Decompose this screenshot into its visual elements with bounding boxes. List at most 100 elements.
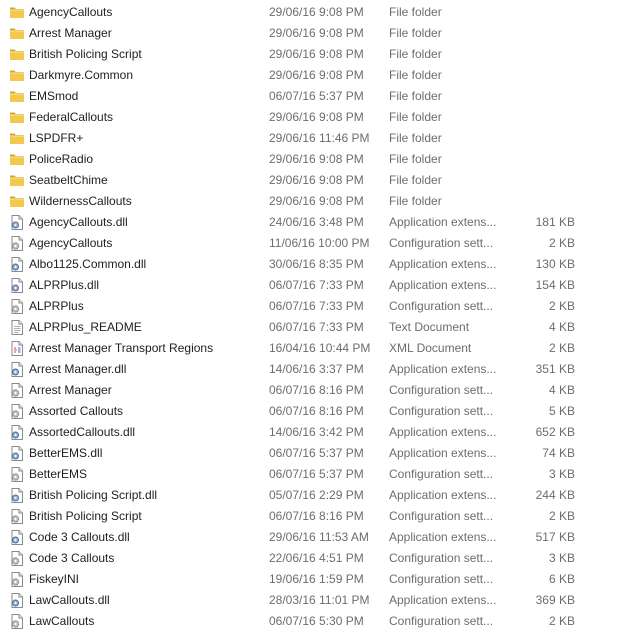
- file-size: 3 KB: [548, 551, 575, 565]
- file-row-10[interactable]: AgencyCallouts.dll 24/06/16 3:48 PM Appl…: [0, 212, 628, 233]
- folder-icon: [9, 110, 25, 125]
- file-date-modified: 29/06/16 9:08 PM: [269, 173, 364, 187]
- file-date-modified: 29/06/16 9:08 PM: [269, 110, 364, 124]
- file-date-modified: 11/06/16 10:00 PM: [269, 236, 370, 250]
- file-type: Application extens...: [389, 488, 497, 502]
- file-size: 2 KB: [548, 614, 575, 628]
- folder-icon: [9, 173, 25, 188]
- file-type: Configuration sett...: [389, 467, 494, 481]
- file-date-modified: 29/06/16 11:53 AM: [269, 530, 369, 544]
- file-type: Configuration sett...: [389, 299, 494, 313]
- file-name: LawCallouts: [29, 614, 95, 628]
- file-name: FederalCallouts: [29, 110, 114, 124]
- file-row-5[interactable]: FederalCallouts 29/06/16 9:08 PM File fo…: [0, 107, 628, 128]
- file-row-18[interactable]: Arrest Manager 06/07/16 8:16 PM Configur…: [0, 380, 628, 401]
- file-row-4[interactable]: EMSmod 06/07/16 5:37 PM File folder: [0, 86, 628, 107]
- file-row-3[interactable]: Darkmyre.Common 29/06/16 9:08 PM File fo…: [0, 65, 628, 86]
- config-file-icon: [9, 551, 25, 566]
- file-row-14[interactable]: ALPRPlus 06/07/16 7:33 PM Configuration …: [0, 296, 628, 317]
- file-name: Albo1125.Common.dll: [29, 257, 147, 271]
- file-type: File folder: [389, 152, 442, 166]
- folder-icon: [9, 152, 25, 167]
- file-name: British Policing Script: [29, 47, 142, 61]
- file-row-23[interactable]: British Policing Script.dll 05/07/16 2:2…: [0, 485, 628, 506]
- file-name: Arrest Manager: [29, 26, 112, 40]
- file-type: XML Document: [389, 341, 472, 355]
- file-row-20[interactable]: AssortedCallouts.dll 14/06/16 3:42 PM Ap…: [0, 422, 628, 443]
- file-date-modified: 14/06/16 3:37 PM: [269, 362, 364, 376]
- file-name: British Policing Script.dll: [29, 488, 158, 502]
- config-file-icon: [9, 404, 25, 419]
- file-row-19[interactable]: Assorted Callouts 06/07/16 8:16 PM Confi…: [0, 401, 628, 422]
- file-row-21[interactable]: BetterEMS.dll 06/07/16 5:37 PM Applicati…: [0, 443, 628, 464]
- file-name: Arrest Manager Transport Regions: [29, 341, 214, 355]
- file-name: LSPDFR+: [29, 131, 84, 145]
- file-size: 130 KB: [535, 257, 575, 271]
- config-file-icon: [9, 614, 25, 629]
- dll-file-icon: [9, 446, 25, 461]
- file-date-modified: 06/07/16 5:37 PM: [269, 89, 364, 103]
- file-name: ALPRPlus_README: [29, 320, 142, 334]
- file-date-modified: 22/06/16 4:51 PM: [269, 551, 364, 565]
- file-size: 5 KB: [548, 404, 575, 418]
- file-date-modified: 29/06/16 11:46 PM: [269, 131, 370, 145]
- file-type: File folder: [389, 131, 442, 145]
- file-size: 74 KB: [542, 446, 575, 460]
- file-row-27[interactable]: FiskeyINI 19/06/16 1:59 PM Configuration…: [0, 569, 628, 590]
- folder-icon: [9, 47, 25, 62]
- file-row-0[interactable]: AgencyCallouts 29/06/16 9:08 PM File fol…: [0, 2, 628, 23]
- file-row-11[interactable]: AgencyCallouts 11/06/16 10:00 PM Configu…: [0, 233, 628, 254]
- file-type: Configuration sett...: [389, 614, 494, 628]
- file-date-modified: 29/06/16 9:08 PM: [269, 47, 364, 61]
- file-type: Application extens...: [389, 530, 497, 544]
- file-size: 154 KB: [535, 278, 575, 292]
- file-date-modified: 06/07/16 8:16 PM: [269, 383, 364, 397]
- file-row-22[interactable]: BetterEMS 06/07/16 5:37 PM Configuration…: [0, 464, 628, 485]
- file-name: Arrest Manager: [29, 383, 112, 397]
- file-date-modified: 29/06/16 9:08 PM: [269, 194, 364, 208]
- file-row-25[interactable]: Code 3 Callouts.dll 29/06/16 11:53 AM Ap…: [0, 527, 628, 548]
- file-size: 2 KB: [548, 299, 575, 313]
- file-row-8[interactable]: SeatbeltChime 29/06/16 9:08 PM File fold…: [0, 170, 628, 191]
- config-file-icon: [9, 572, 25, 587]
- file-name: ALPRPlus.dll: [29, 278, 100, 292]
- file-type: Application extens...: [389, 278, 497, 292]
- file-name: SeatbeltChime: [29, 173, 108, 187]
- file-name: AssortedCallouts.dll: [29, 425, 136, 439]
- file-date-modified: 24/06/16 3:48 PM: [269, 215, 364, 229]
- file-date-modified: 06/07/16 5:37 PM: [269, 467, 364, 481]
- file-name: WildernessCallouts: [29, 194, 132, 208]
- file-row-9[interactable]: WildernessCallouts 29/06/16 9:08 PM File…: [0, 191, 628, 212]
- folder-icon: [9, 26, 25, 41]
- file-row-17[interactable]: Arrest Manager.dll 14/06/16 3:37 PM Appl…: [0, 359, 628, 380]
- dll-file-icon: [9, 488, 25, 503]
- config-file-icon: [9, 467, 25, 482]
- file-type: File folder: [389, 89, 442, 103]
- file-row-26[interactable]: Code 3 Callouts 22/06/16 4:51 PM Configu…: [0, 548, 628, 569]
- file-row-28[interactable]: LawCallouts.dll 28/03/16 11:01 PM Applic…: [0, 590, 628, 611]
- file-row-13[interactable]: ALPRPlus.dll 06/07/16 7:33 PM Applicatio…: [0, 275, 628, 296]
- file-name: AgencyCallouts: [29, 5, 113, 19]
- file-row-6[interactable]: LSPDFR+ 29/06/16 11:46 PM File folder: [0, 128, 628, 149]
- text-document-icon: [9, 320, 25, 335]
- file-type: File folder: [389, 173, 442, 187]
- file-size: 244 KB: [535, 488, 575, 502]
- folder-icon: [9, 89, 25, 104]
- file-row-15[interactable]: ALPRPlus_README 06/07/16 7:33 PM Text Do…: [0, 317, 628, 338]
- file-row-12[interactable]: Albo1125.Common.dll 30/06/16 8:35 PM App…: [0, 254, 628, 275]
- file-row-2[interactable]: British Policing Script 29/06/16 9:08 PM…: [0, 44, 628, 65]
- file-row-24[interactable]: British Policing Script 06/07/16 8:16 PM…: [0, 506, 628, 527]
- file-row-29[interactable]: LawCallouts 06/07/16 5:30 PM Configurati…: [0, 611, 628, 632]
- file-type: Application extens...: [389, 362, 497, 376]
- file-row-16[interactable]: Arrest Manager Transport Regions 16/04/1…: [0, 338, 628, 359]
- file-name: Darkmyre.Common: [29, 68, 134, 82]
- config-file-icon: [9, 236, 25, 251]
- file-size: 369 KB: [535, 593, 575, 607]
- file-row-7[interactable]: PoliceRadio 29/06/16 9:08 PM File folder: [0, 149, 628, 170]
- file-row-1[interactable]: Arrest Manager 29/06/16 9:08 PM File fol…: [0, 23, 628, 44]
- file-type: File folder: [389, 26, 442, 40]
- file-date-modified: 06/07/16 8:16 PM: [269, 404, 364, 418]
- file-type: Configuration sett...: [389, 509, 494, 523]
- file-name: ALPRPlus: [29, 299, 84, 313]
- file-date-modified: 30/06/16 8:35 PM: [269, 257, 364, 271]
